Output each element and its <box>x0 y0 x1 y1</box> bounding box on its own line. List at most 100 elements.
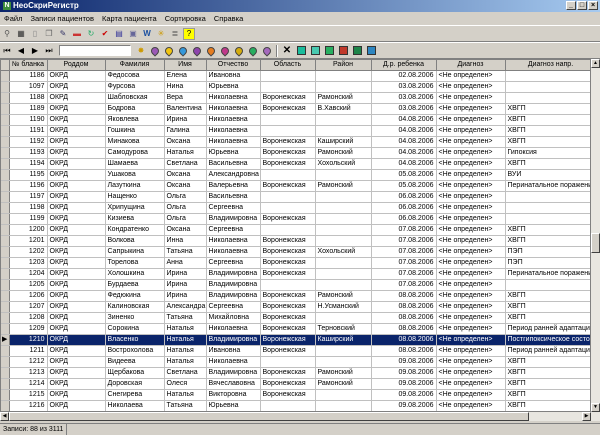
table-cell[interactable]: 03.08.2006 <box>371 92 437 104</box>
table-cell[interactable]: 1198 <box>9 202 48 214</box>
row-indicator[interactable] <box>1 213 10 225</box>
table-cell[interactable]: ПЭП <box>505 257 590 269</box>
table-cell[interactable]: ОКРД <box>47 334 106 346</box>
table-cell[interactable]: Нащенко <box>105 191 165 203</box>
table-cell[interactable]: Александровна <box>206 169 261 181</box>
table-cell[interactable]: Олеся <box>164 378 207 390</box>
table-cell[interactable] <box>260 70 316 82</box>
table-cell[interactable]: Терновский <box>315 323 372 335</box>
table-row[interactable]: 1202 ОКРД Сапрыкина Татьяна Николаевна Вороне… <box>1 246 590 258</box>
table-cell[interactable]: 09.08.2006 <box>371 356 437 368</box>
copy-document-icon[interactable]: ❐ <box>43 28 55 40</box>
table-row[interactable]: 1186 ОКРД Федосова Елена Ивановна 02.08.2006 <… <box>1 70 590 82</box>
row-indicator[interactable] <box>1 92 10 104</box>
table-cell[interactable] <box>315 345 372 357</box>
table-cell[interactable]: ОКРД <box>47 356 106 368</box>
table-cell[interactable]: <Не определен> <box>436 345 506 357</box>
table-cell[interactable]: Рамонский <box>315 378 372 390</box>
table-cell[interactable]: Вячеславовна <box>206 378 261 390</box>
table-cell[interactable]: Холошкина <box>105 268 165 280</box>
table-cell[interactable]: Вострохолова <box>105 345 165 357</box>
table-cell[interactable]: Воронежская <box>260 147 316 159</box>
table-cell[interactable]: Николаевна <box>206 356 261 368</box>
table-cell[interactable]: Ушакова <box>105 169 165 181</box>
filter-icon[interactable]: ✸ <box>135 45 147 57</box>
table-cell[interactable]: Владимировна <box>206 290 261 302</box>
table-cell[interactable]: 09.08.2006 <box>371 378 437 390</box>
table-cell[interactable]: Бурдаева <box>105 279 165 291</box>
table-cell[interactable]: 1208 <box>9 312 48 324</box>
table-cell[interactable]: 1097 <box>9 81 48 93</box>
first-record-icon[interactable]: ⏮ <box>1 45 13 57</box>
table-cell[interactable]: Светлана <box>164 367 207 379</box>
table-cell[interactable]: 1186 <box>9 70 48 82</box>
table-cell[interactable]: 1193 <box>9 147 48 159</box>
filter-violet-icon[interactable] <box>191 44 203 57</box>
table-cell[interactable]: <Не определен> <box>436 367 506 379</box>
table-cell[interactable]: Оксана <box>164 180 207 192</box>
table-cell[interactable]: ОКРД <box>47 301 106 313</box>
table-cell[interactable]: Воронежская <box>260 301 316 313</box>
table-view-icon[interactable]: ▦ <box>15 28 27 40</box>
table-cell[interactable]: Рамонский <box>315 290 372 302</box>
table-cell[interactable]: Сергеевна <box>206 202 261 214</box>
table-cell[interactable]: Яковлева <box>105 114 165 126</box>
table-cell[interactable] <box>315 312 372 324</box>
table-cell[interactable]: <Не определен> <box>436 323 506 335</box>
row-indicator[interactable] <box>1 246 10 258</box>
table-cell[interactable]: <Не определен> <box>436 158 506 170</box>
table-cell[interactable]: Рамонский <box>315 92 372 104</box>
table-cell[interactable] <box>315 213 372 225</box>
table-cell[interactable]: 07.08.2006 <box>371 279 437 291</box>
table-cell[interactable]: 1192 <box>9 136 48 148</box>
table-cell[interactable]: <Не определен> <box>436 136 506 148</box>
table-cell[interactable]: <Не определен> <box>436 114 506 126</box>
table-cell[interactable]: Николаевна <box>206 103 261 115</box>
table-cell[interactable]: Воронежская <box>260 323 316 335</box>
table-cell[interactable]: ХВГП <box>505 235 590 247</box>
table-cell[interactable]: 1196 <box>9 180 48 192</box>
table-cell[interactable]: Волкова <box>105 235 165 247</box>
table-cell[interactable]: Доровская <box>105 378 165 390</box>
table-cell[interactable]: ОКРД <box>47 169 106 181</box>
table-cell[interactable]: 08.08.2006 <box>371 345 437 357</box>
row-indicator[interactable] <box>1 400 10 411</box>
table-cell[interactable] <box>315 70 372 82</box>
table-cell[interactable]: Кондратенко <box>105 224 165 236</box>
table-cell[interactable]: ОКРД <box>47 235 106 247</box>
filter-purple-icon[interactable] <box>149 44 161 57</box>
table-cell[interactable]: ОКРД <box>47 180 106 192</box>
table-cell[interactable]: 1215 <box>9 389 48 401</box>
table-cell[interactable]: Видеева <box>105 356 165 368</box>
table-cell[interactable]: Николаевна <box>206 235 261 247</box>
table-row[interactable]: 1189 ОКРД Бодрова Валентина Николаевна Вороне… <box>1 103 590 115</box>
filter-green-icon[interactable] <box>247 44 259 57</box>
filter-blue-icon[interactable] <box>177 44 189 57</box>
table-cell[interactable]: <Не определен> <box>436 202 506 214</box>
table-cell[interactable]: <Не определен> <box>436 235 506 247</box>
table-cell[interactable]: Воронежская <box>260 180 316 192</box>
table-cell[interactable]: 1194 <box>9 158 48 170</box>
table-cell[interactable]: 1214 <box>9 378 48 390</box>
table-cell[interactable]: <Не определен> <box>436 279 506 291</box>
table-cell[interactable]: <Не определен> <box>436 290 506 302</box>
clear-filter-icon[interactable]: ✕ <box>281 45 293 57</box>
table-cell[interactable]: Воронежская <box>260 312 316 324</box>
table-cell[interactable]: Воронежская <box>260 213 316 225</box>
table-row[interactable]: 1207 ОКРД Калиновская Александра Сергеевна Во… <box>1 301 590 313</box>
refresh-icon[interactable]: ↻ <box>85 28 97 40</box>
table-row[interactable]: 1194 ОКРД Шамаева Светлана Васильевна Воронеж… <box>1 158 590 170</box>
table-cell[interactable]: 1188 <box>9 92 48 104</box>
table-cell[interactable]: <Не определен> <box>436 257 506 269</box>
filter-lilac-icon[interactable] <box>261 44 273 57</box>
table-row[interactable]: 1214 ОКРД Доровская Олеся Вячеславовна Вороне… <box>1 378 590 390</box>
table-cell[interactable]: 1213 <box>9 367 48 379</box>
table-cell[interactable]: Воронежская <box>260 378 316 390</box>
table-row[interactable]: 1205 ОКРД Бурдаева Ирина Владимировна 07.08.2… <box>1 279 590 291</box>
vertical-scrollbar[interactable]: ▲ ▼ <box>591 59 600 412</box>
table-cell[interactable]: Наталья <box>164 345 207 357</box>
table-cell[interactable]: Рамонский <box>315 180 372 192</box>
table-cell[interactable] <box>260 114 316 126</box>
table-cell[interactable]: ОКРД <box>47 323 106 335</box>
table-cell[interactable]: Васильевна <box>206 158 261 170</box>
